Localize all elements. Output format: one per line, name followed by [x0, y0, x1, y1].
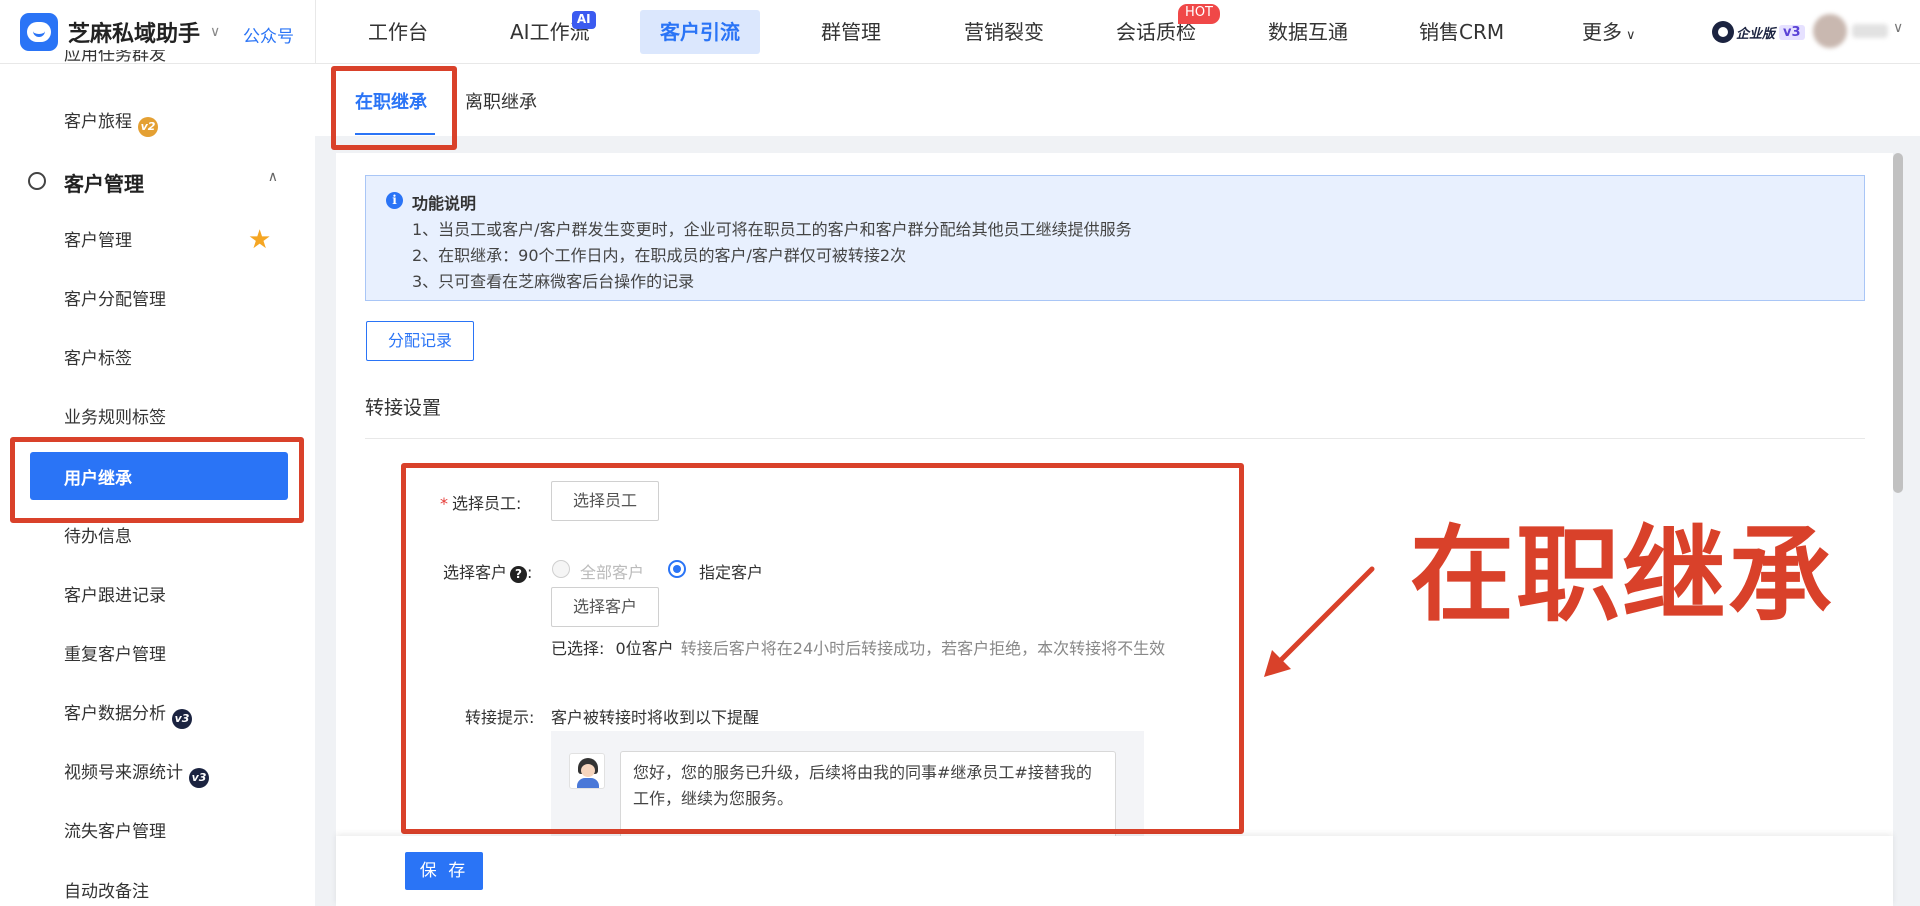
nav-ai-workflow[interactable]: AI工作流 AI [490, 10, 616, 54]
section-title: 转接设置 [365, 397, 442, 419]
chevron-down-icon: ∨ [210, 24, 221, 40]
user-name-blurred[interactable] [1852, 24, 1888, 38]
chevron-down-icon: ∨ [1626, 28, 1636, 43]
customer-group-icon [28, 172, 46, 190]
hot-badge: HOT [1178, 4, 1220, 24]
highlight-box-sidebar [10, 437, 304, 523]
nav-data-interop[interactable]: 数据互通 [1248, 10, 1368, 54]
footer-bar [336, 836, 1893, 906]
sidebar-item-customer-journey[interactable]: 客户旅程 v2 [64, 110, 158, 137]
sidebar-item-duplicate-customers[interactable]: 重复客户管理 [64, 643, 166, 667]
sidebar-item-video-source-stats[interactable]: 视频号来源统计 v3 [64, 761, 209, 788]
v2-badge-icon: v2 [138, 117, 158, 137]
nav-more[interactable]: 更多 ∨ [1562, 10, 1656, 54]
sidebar-item-customer-management[interactable]: 客户管理 [64, 229, 132, 253]
brand-name: 芝麻私域助手 [68, 22, 201, 47]
sidebar-item-todo[interactable]: 待办信息 [64, 525, 132, 549]
top-navbar: 芝麻私域助手 ∨ 公众号 工作台 AI工作流 AI 客户引流 群管理 营销裂变 会… [0, 0, 1920, 64]
tabs-bar: 在职继承 离职继承 [315, 64, 1920, 136]
ai-badge: AI [571, 11, 596, 29]
chevron-up-icon: ∧ [267, 169, 278, 185]
edition-icon [1712, 21, 1734, 43]
annotation-label: 在职继承 [1410, 514, 1835, 636]
highlight-box-form [401, 463, 1244, 834]
nav-sales-crm[interactable]: 销售CRM [1399, 10, 1524, 54]
assign-record-button[interactable]: 分配记录 [366, 321, 474, 361]
nav-group-management[interactable]: 群管理 [801, 10, 901, 54]
chevron-down-icon[interactable]: ∨ [1893, 20, 1903, 36]
nav-session-qc[interactable]: 会话质检 HOT [1096, 4, 1220, 54]
annotation-arrow-icon [1264, 566, 1375, 677]
nav-marketing-fission[interactable]: 营销裂变 [944, 10, 1064, 54]
nav-workbench[interactable]: 工作台 [348, 10, 448, 54]
tab-resigned-inheritance[interactable]: 离职继承 [465, 88, 537, 114]
brand-logo-icon [20, 13, 58, 51]
star-icon[interactable]: ★ [248, 227, 271, 253]
sidebar-item-business-rule-tags[interactable]: 业务规则标签 [64, 406, 166, 430]
info-icon: i [386, 192, 403, 209]
sidebar-item-customer-assignment[interactable]: 客户分配管理 [64, 288, 166, 312]
gzh-link[interactable]: 公众号 [243, 22, 294, 47]
feature-notice: i 功能说明 1、当员工或客户/客户群发生变更时，企业可将在职员工的客户和客户群… [365, 175, 1865, 301]
avatar[interactable] [1813, 14, 1847, 48]
highlight-box-tab [331, 66, 457, 150]
sidebar-item-customer-analytics[interactable]: 客户数据分析 v3 [64, 702, 192, 729]
save-button[interactable]: 保 存 [405, 852, 483, 890]
divider [315, 0, 316, 64]
sidebar-group-customer-management[interactable]: 客户管理 ∧ [28, 167, 288, 197]
sidebar-item-customer-tags[interactable]: 客户标签 [64, 347, 132, 371]
v3-badge-icon: v3 [189, 768, 209, 788]
brand-switcher[interactable]: 芝麻私域助手 ∨ [20, 13, 221, 51]
sidebar-item-lost-customers[interactable]: 流失客户管理 [64, 820, 166, 844]
divider [365, 438, 1865, 439]
scrollbar[interactable] [1893, 153, 1903, 493]
sidebar-item-follow-up-records[interactable]: 客户跟进记录 [64, 584, 166, 608]
nav-customer-acquisition[interactable]: 客户引流 [640, 10, 760, 54]
sidebar-item-task-broadcast[interactable]: 应用任务群发 [64, 50, 166, 64]
sidebar-item-auto-remark[interactable]: 自动改备注 [64, 880, 149, 904]
v3-badge-icon: v3 [172, 709, 192, 729]
edition-badge: 企业版 v3 [1712, 20, 1805, 44]
